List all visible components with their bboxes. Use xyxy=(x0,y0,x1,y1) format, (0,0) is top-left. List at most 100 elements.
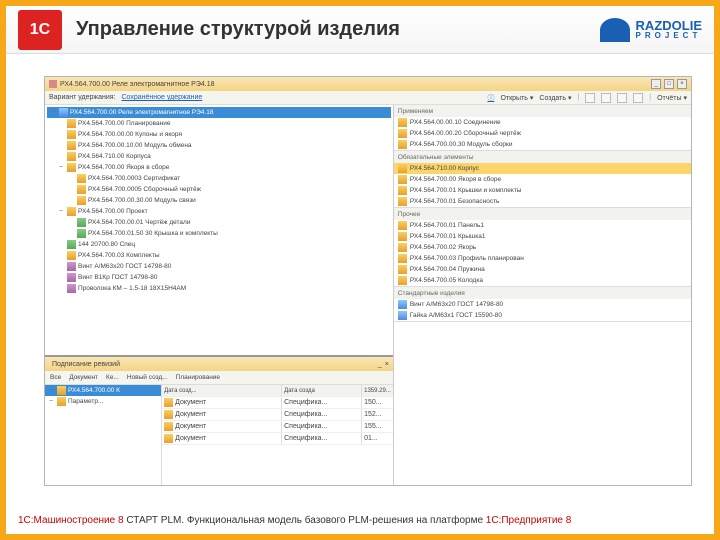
panel-tree-row[interactable]: −РХ4.564.700.00 К xyxy=(45,385,161,396)
slide-title: Управление структурой изделия xyxy=(76,18,600,41)
tree-row[interactable]: РХ4.564.700.00.00 Купоны и якоря xyxy=(47,129,391,140)
right-panel: ПрименяемРХ4.564.00.00.10 СоединениеРХ4.… xyxy=(394,105,691,485)
revisions-panel: Подписание ревизий _ × Все Документ Ке... Н… xyxy=(45,355,393,485)
tree-row[interactable]: Проволока КМ – 1.5-18 18Х15Н4АМ xyxy=(47,283,391,294)
item-icon xyxy=(398,186,407,195)
folder-icon xyxy=(67,273,76,282)
section-item[interactable]: РХ4.564.700.01 Безопасность xyxy=(394,196,691,207)
section-item[interactable]: РХ4.564.700.02 Якорь xyxy=(394,242,691,253)
tree-row[interactable]: Винт В1Кр ГОСТ 14798-80 xyxy=(47,272,391,283)
tree-row[interactable]: РХ4.564.700.0003 Сертификат xyxy=(47,173,391,184)
folder-icon xyxy=(67,141,76,150)
grid-row[interactable]: ДокументСпецифика...01... xyxy=(162,433,393,445)
section-item[interactable]: РХ4.564.700.01 Крышки и комплекты xyxy=(394,185,691,196)
reports-menu[interactable]: Отчёты ▾ xyxy=(657,94,687,102)
item-icon xyxy=(398,129,407,138)
app-icon xyxy=(49,80,57,88)
tree-row[interactable]: РХ4.564.700.00.01 Чертёж детали xyxy=(47,217,391,228)
panel-min-button[interactable]: _ xyxy=(378,361,382,368)
tree-row[interactable]: РХ4.564.700.00.30.00 Модуль связи xyxy=(47,195,391,206)
tree-row[interactable]: Винт А/М63х20 ГОСТ 14798-80 xyxy=(47,261,391,272)
toolbar-label: Вариант удержания: xyxy=(49,94,116,101)
folder-icon xyxy=(67,163,76,172)
panel-grid[interactable]: Дата созд...Дата созда1359.29... Докумен… xyxy=(162,385,393,485)
toolbar-link[interactable]: Сохранённое удержание xyxy=(122,94,203,101)
toolbar: Вариант удержания: Сохранённое удержание… xyxy=(45,91,691,105)
window-titlebar[interactable]: РХ4.564.700.00 Реле электромагнитное РЭ4… xyxy=(45,77,691,91)
section-header: Обязательные элементы xyxy=(394,151,691,163)
tool-icon[interactable] xyxy=(601,93,611,103)
section-item[interactable]: РХ4.564.700.00 Якоря в сборе xyxy=(394,174,691,185)
item-icon xyxy=(398,197,407,206)
panel-title: Подписание ревизий xyxy=(52,361,120,368)
item-icon xyxy=(398,118,407,127)
minimize-button[interactable]: _ xyxy=(651,79,661,89)
panel-tree-row[interactable]: −Параметр... xyxy=(45,396,161,407)
folder-icon xyxy=(67,152,76,161)
tree-row[interactable]: −РХ4.564.700.00 Якоря в сборе xyxy=(47,162,391,173)
panel-tool[interactable]: Все xyxy=(48,374,63,381)
structure-tree[interactable]: −РХ4.564.700.00 Реле электромагнитное РЭ… xyxy=(45,105,393,355)
maximize-button[interactable]: □ xyxy=(664,79,674,89)
item-icon xyxy=(398,300,407,309)
panel-tool[interactable]: Новый созд... xyxy=(125,374,170,381)
section-item[interactable]: РХ4.564.00.00.20 Сборочный чертёж xyxy=(394,128,691,139)
panel-toolbar: Все Документ Ке... Новый созд... Планировани… xyxy=(45,371,393,385)
panel-close-button[interactable]: × xyxy=(385,361,389,368)
footer: 1С:Машиностроение 8 СТАРТ PLM. Функциона… xyxy=(18,515,702,526)
tree-row[interactable]: РХ4.564.710.00 Корпуса xyxy=(47,151,391,162)
section-item[interactable]: Винт А/М63х20 ГОСТ 14798-80 xyxy=(394,299,691,310)
folder-icon xyxy=(67,262,76,271)
tool-icon[interactable] xyxy=(585,93,595,103)
tree-row[interactable]: РХ4.564.700.0005 Сборочный чертёж xyxy=(47,184,391,195)
razdolie-icon xyxy=(600,18,630,42)
grid-row[interactable]: ДокументСпецифика...155... xyxy=(162,421,393,433)
panel-left-tree[interactable]: −РХ4.564.700.00 К−Параметр... xyxy=(45,385,162,485)
item-icon xyxy=(398,311,407,320)
panel-tool[interactable]: Документ xyxy=(67,374,100,381)
section-item[interactable]: РХ4.564.700.03 Профиль планирован xyxy=(394,253,691,264)
create-menu[interactable]: Создать ▾ xyxy=(539,94,571,102)
folder-icon xyxy=(67,251,76,260)
section-item[interactable]: РХ4.564.710.00 Корпус xyxy=(394,163,691,174)
item-icon xyxy=(398,276,407,285)
tree-row[interactable]: РХ4.564.700.01.50 30 Крышка и комплекты xyxy=(47,228,391,239)
section-item[interactable]: РХ4.564.700.01 Крышка1 xyxy=(394,231,691,242)
tree-row[interactable]: РХ4.564.700.00.10.00 Модуль обмена xyxy=(47,140,391,151)
tree-row[interactable]: РХ4.564.700.03 Комплекты xyxy=(47,250,391,261)
item-icon xyxy=(398,243,407,252)
panel-tool[interactable]: Планирование xyxy=(174,374,222,381)
grid-header: Дата созд...Дата созда1359.29... xyxy=(162,385,393,397)
section-header: Стандартные изделия xyxy=(394,287,691,299)
item-icon xyxy=(398,221,407,230)
folder-icon xyxy=(67,130,76,139)
item-icon xyxy=(398,175,407,184)
section-item[interactable]: Гайка А/М63х1 ГОСТ 15590-80 xyxy=(394,310,691,321)
tool-icon[interactable] xyxy=(617,93,627,103)
section-item[interactable]: РХ4.564.700.01 Панель1 xyxy=(394,220,691,231)
folder-icon xyxy=(67,240,76,249)
folder-icon xyxy=(77,174,86,183)
section-header: Прочее xyxy=(394,208,691,220)
window-title: РХ4.564.700.00 Реле электромагнитное РЭ4… xyxy=(60,81,648,88)
section-item[interactable]: РХ4.564.700.04 Пружина xyxy=(394,264,691,275)
panel-tool[interactable]: Ке... xyxy=(104,374,121,381)
tree-row[interactable]: РХ4.564.700.00 Планирование xyxy=(47,118,391,129)
tree-row[interactable]: −РХ4.564.700.00 Реле электромагнитное РЭ… xyxy=(47,107,391,118)
grid-row[interactable]: ДокументСпецифика...152... xyxy=(162,409,393,421)
info-icon[interactable]: ⓘ xyxy=(487,93,494,103)
folder-icon xyxy=(77,218,86,227)
section-item[interactable]: РХ4.564.00.00.10 Соединение xyxy=(394,117,691,128)
section-item[interactable]: РХ4.564.700.05 Колодка xyxy=(394,275,691,286)
grid-row[interactable]: ДокументСпецифика...150... xyxy=(162,397,393,409)
close-button[interactable]: × xyxy=(677,79,687,89)
section-item[interactable]: РХ4.564.700.00.30 Модуль сборки xyxy=(394,139,691,150)
open-menu[interactable]: Открыть ▾ xyxy=(500,94,533,102)
logo-razdolie: RAZDOLIEPROJECT xyxy=(600,18,702,42)
folder-icon xyxy=(67,284,76,293)
slide-header: Управление структурой изделия RAZDOLIEPR… xyxy=(6,6,714,54)
tree-row[interactable]: 144 20700.80 Спец xyxy=(47,239,391,250)
tool-icon[interactable] xyxy=(633,93,643,103)
folder-icon xyxy=(59,108,68,117)
tree-row[interactable]: −РХ4.564.700.00 Проект xyxy=(47,206,391,217)
